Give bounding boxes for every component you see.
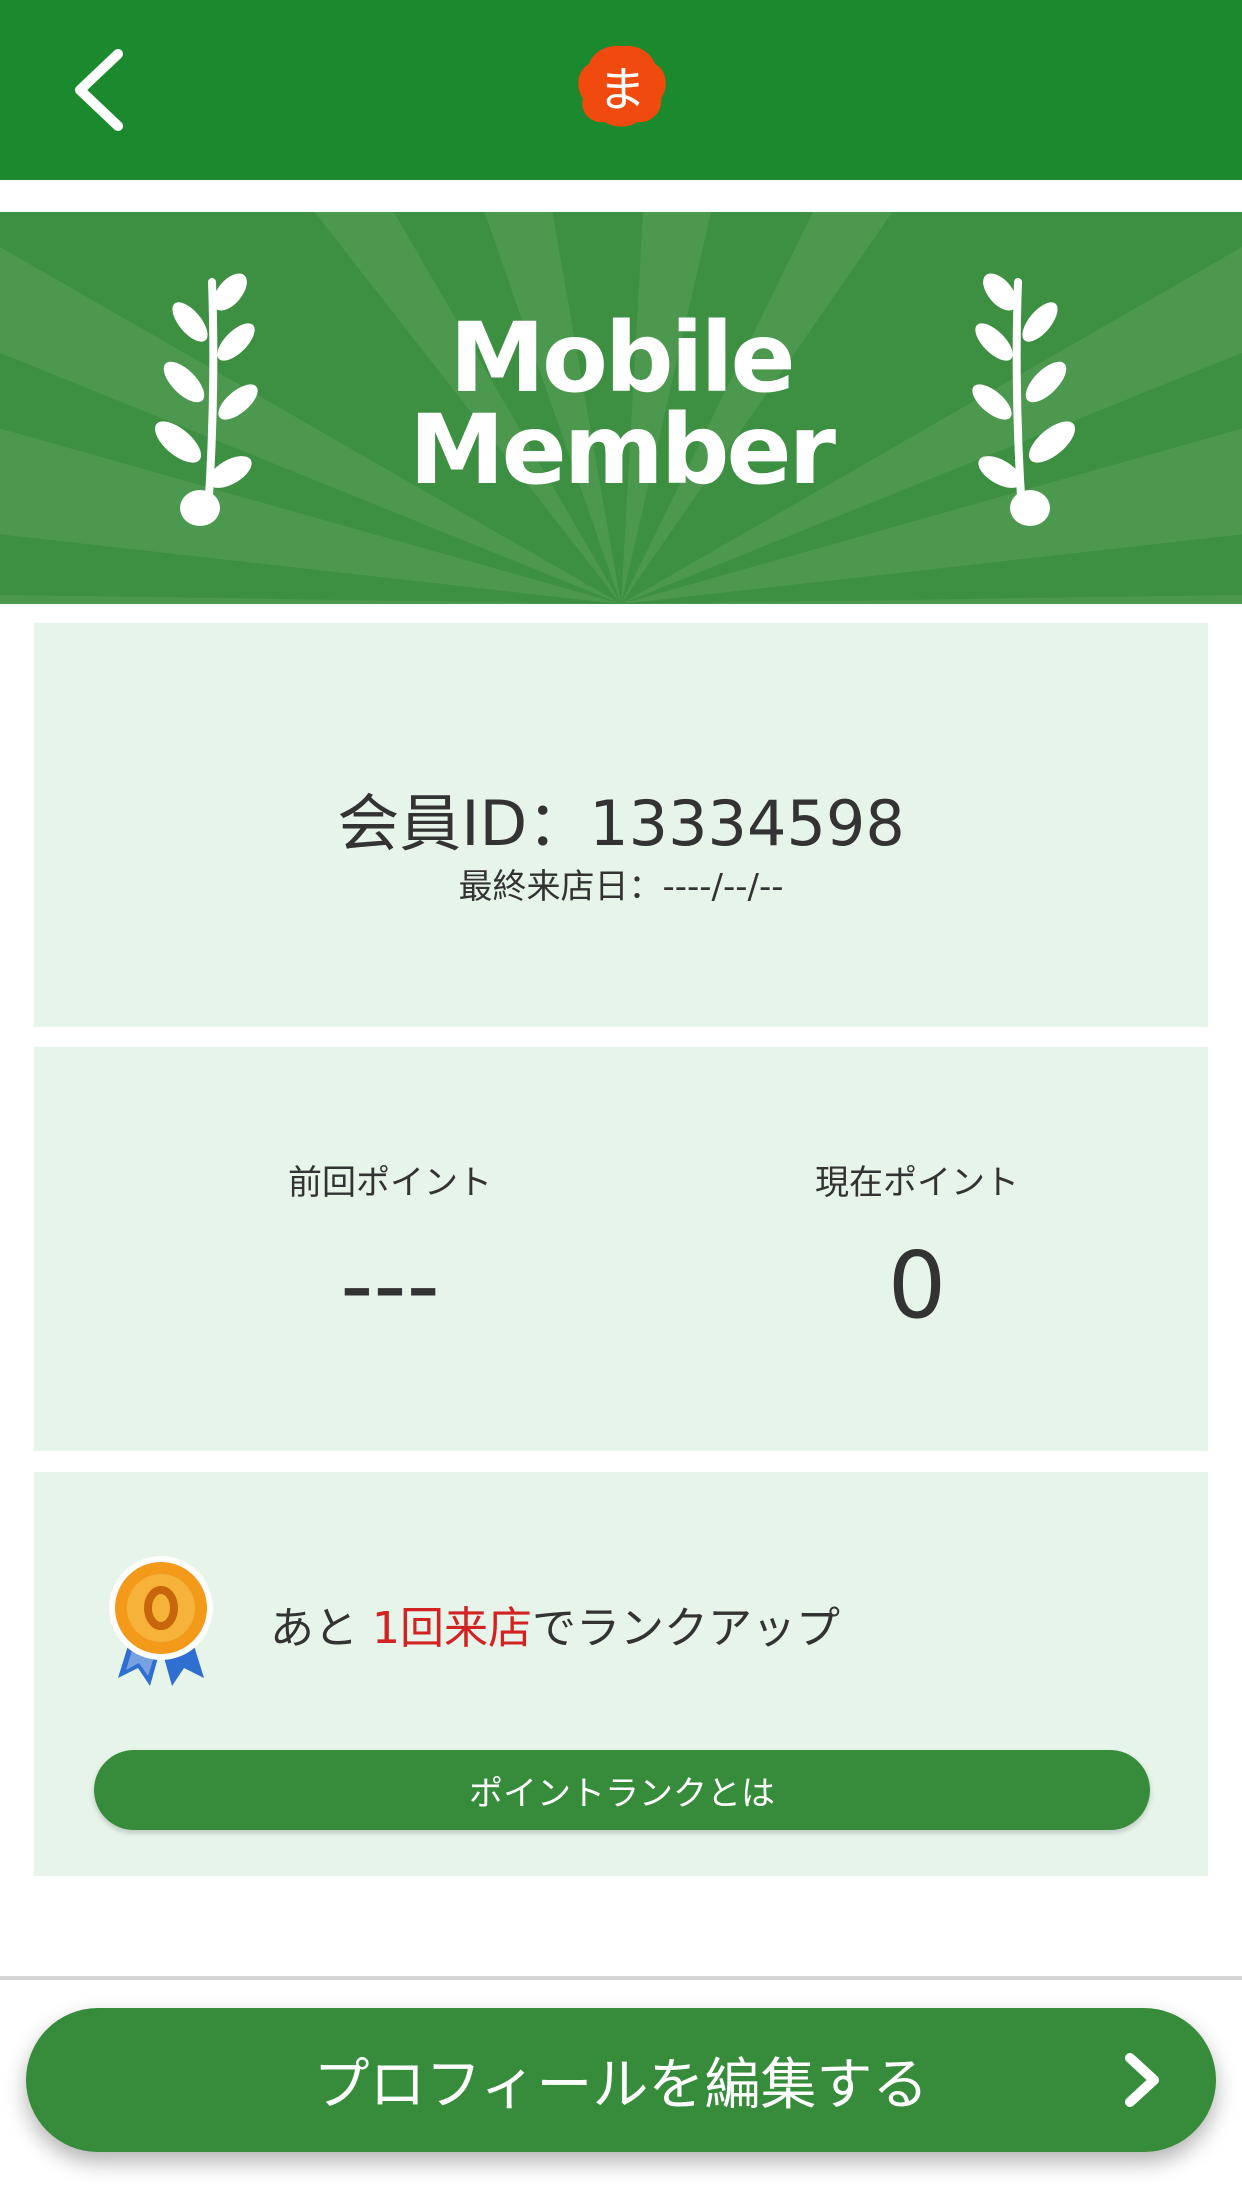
rank-text-suffix: でランクアップ [532, 1603, 840, 1654]
footer-divider [0, 1976, 1242, 1980]
current-points-value: 0 [887, 1232, 947, 1339]
rank-text-prefix: あと [270, 1603, 372, 1654]
rank-up-message: あと 1回来店でランクアップ [270, 1592, 840, 1656]
edit-profile-button[interactable]: プロフィールを編集する [26, 2008, 1216, 2152]
point-rank-info-button[interactable]: ポイントランクとは [94, 1750, 1150, 1830]
banner-title: Mobile Member [0, 302, 1242, 506]
previous-points-value: --- [340, 1232, 440, 1339]
previous-points-label: 前回ポイント [288, 1163, 492, 1203]
rank-visits-remaining: 1回来店 [372, 1603, 532, 1654]
member-id-card: 会員ID：13334598 最終来店日：----/--/-- [34, 623, 1208, 1027]
last-visit-date: 最終来店日：----/--/-- [458, 867, 784, 907]
app-logo: ま [575, 42, 669, 128]
chevron-left-icon [75, 49, 123, 131]
top-bar: ま [0, 0, 1242, 180]
points-card: 前回ポイント --- 現在ポイント 0 [34, 1047, 1208, 1451]
banner-title-line1: Mobile [449, 302, 795, 414]
mobile-member-banner: Mobile Member [0, 212, 1242, 604]
banner-title-line2: Member [409, 394, 836, 506]
back-button[interactable] [60, 40, 150, 140]
medal-icon [109, 1556, 213, 1686]
member-id: 会員ID：13334598 [337, 787, 905, 860]
rank-card: あと 1回来店でランクアップ ポイントランクとは [34, 1472, 1208, 1876]
edit-profile-label: プロフィールを編集する [313, 2052, 929, 2118]
current-points-label: 現在ポイント [815, 1163, 1019, 1203]
chevron-right-icon [1125, 2053, 1159, 2107]
logo-character: ま [597, 62, 646, 118]
